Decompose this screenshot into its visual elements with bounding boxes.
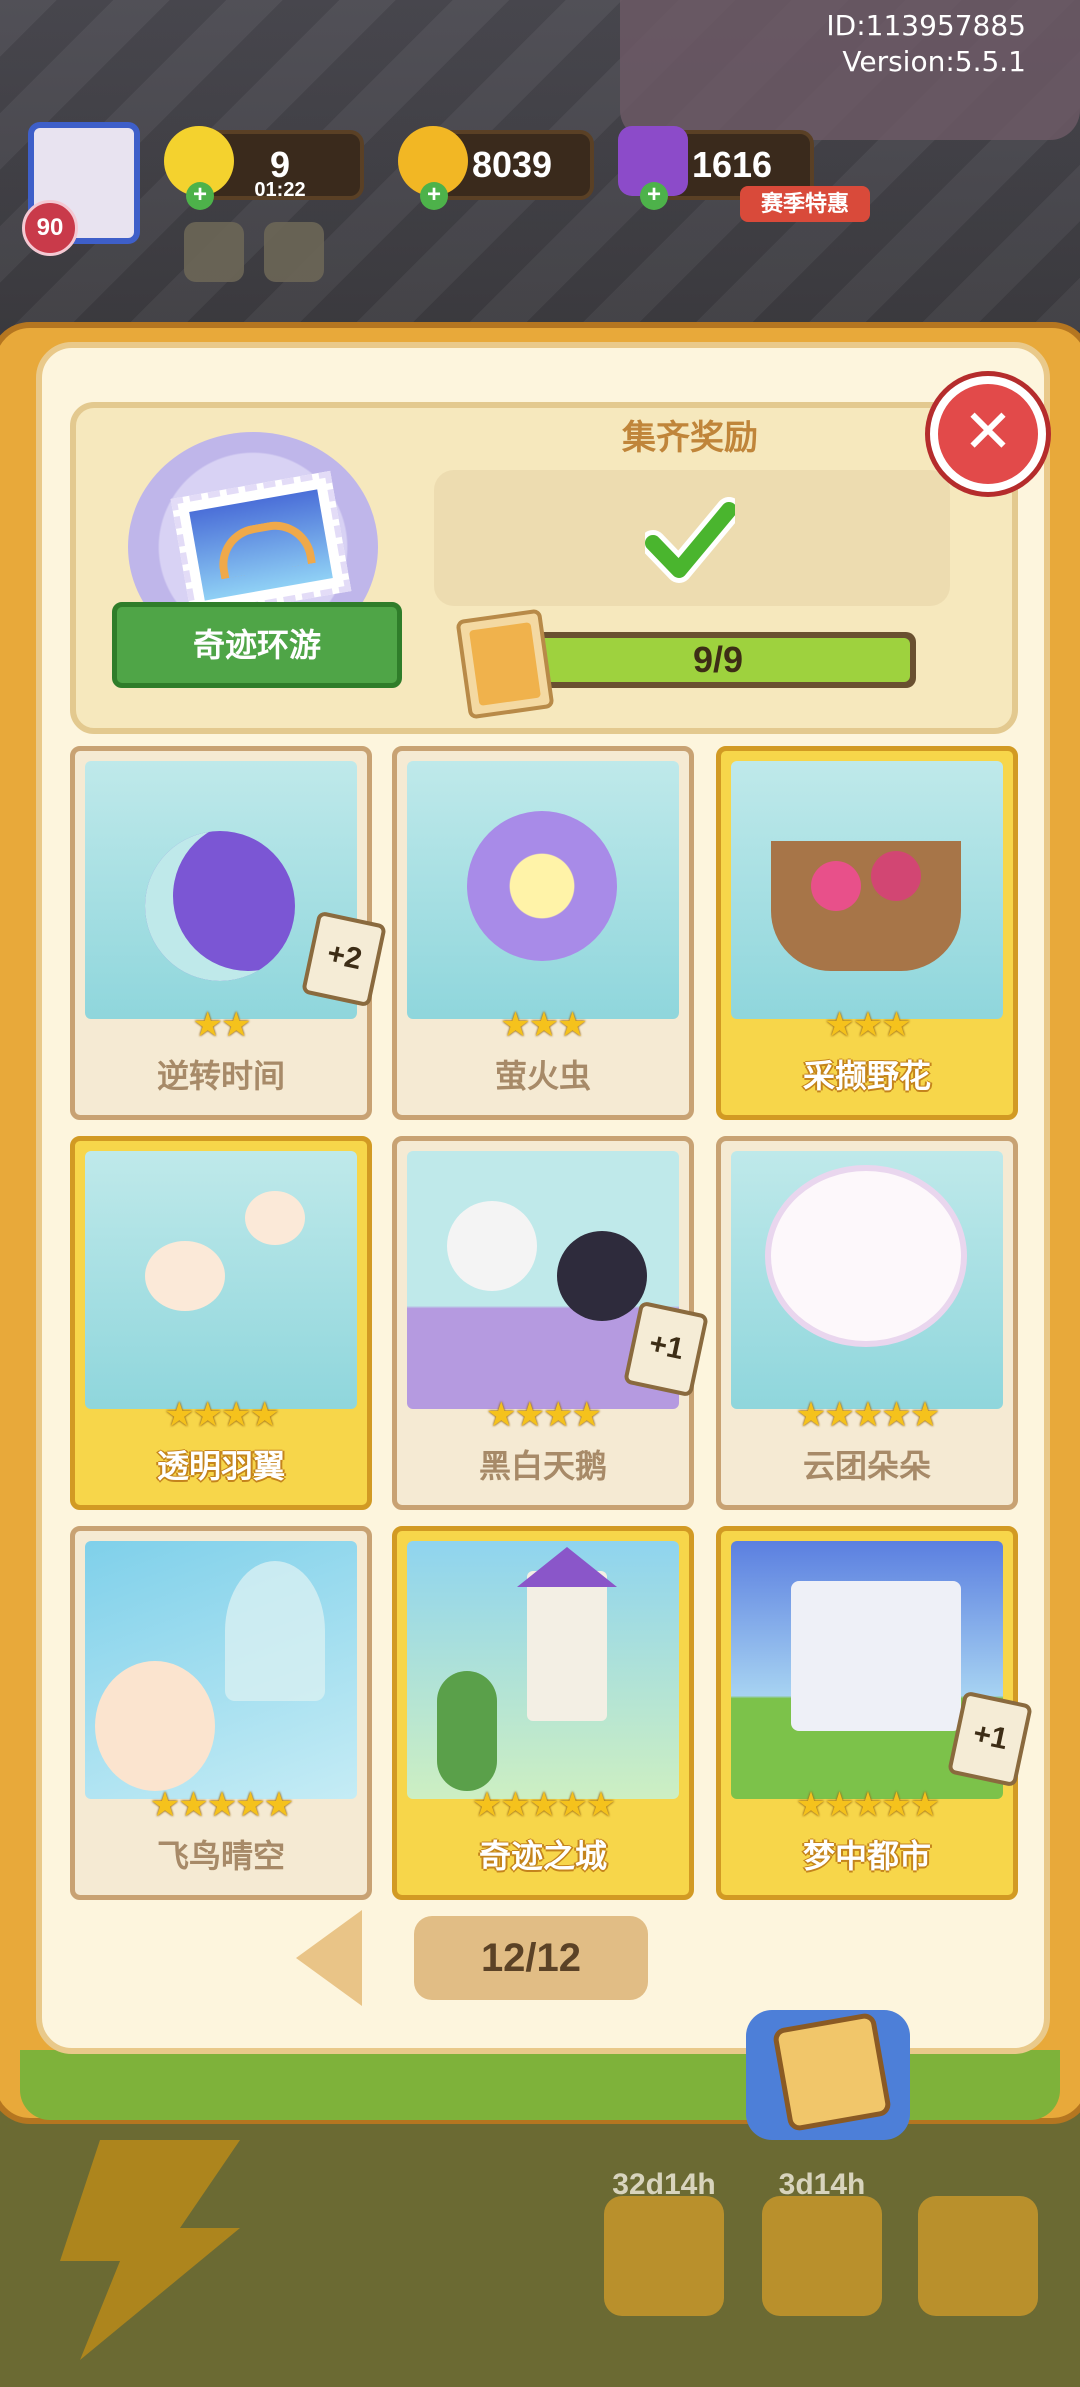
card-stars: ★★★★ <box>164 1396 280 1434</box>
gem-value: 1616 <box>691 144 773 185</box>
add-coins-icon[interactable]: + <box>420 182 448 210</box>
card-stars: ★★★★★ <box>471 1786 616 1824</box>
flower-icon <box>871 851 921 901</box>
energy-timer: 01:22 <box>254 179 306 201</box>
card-art <box>731 1151 1003 1409</box>
reward-title: 集齐奖励 <box>622 419 758 457</box>
waterfall-icon <box>225 1561 325 1701</box>
card-stars: ★★ <box>192 1006 252 1044</box>
album-button[interactable] <box>746 2010 910 2140</box>
castle-icon <box>791 1581 961 1731</box>
card-stars: ★★★★★ <box>795 1786 940 1824</box>
stamp-picture <box>170 470 352 620</box>
crescent-moon-icon <box>145 831 295 981</box>
add-gems-icon[interactable]: + <box>640 182 668 210</box>
card-name: 萤火虫 <box>494 1058 591 1094</box>
player-avatar[interactable]: 90 <box>22 122 140 256</box>
duck-icon <box>145 1241 225 1311</box>
gear-icon[interactable] <box>184 222 244 282</box>
level-badge: 90 <box>22 200 78 256</box>
energy-counter[interactable]: 9 01:22 + <box>164 126 364 210</box>
flower-icon <box>811 861 861 911</box>
id-version-info: ID:113957885 Version:5.5.1 <box>826 8 1026 80</box>
card[interactable]: ★★★★★ 梦中都市 +1 <box>716 1526 1033 1900</box>
cloud-icon <box>771 1171 961 1341</box>
coin-value: 8039 <box>471 144 553 185</box>
card[interactable]: ★★★ 采撷野花 <box>716 746 1018 1120</box>
tree-icon <box>437 1671 497 1791</box>
friends-icon[interactable] <box>918 2196 1038 2316</box>
season-sale-badge[interactable]: 赛季特惠 <box>740 186 870 222</box>
black-swan-icon <box>557 1231 647 1321</box>
card-name: 梦中都市 <box>802 1838 931 1874</box>
card-name: 采撷野花 <box>802 1058 931 1094</box>
card[interactable]: ★★★★★ 奇迹之城 <box>392 1526 694 1900</box>
duck-icon <box>95 1661 215 1791</box>
add-energy-icon[interactable]: + <box>186 182 214 210</box>
card-name: 奇迹之城 <box>478 1838 607 1874</box>
card-stars: ★★★ <box>824 1006 911 1044</box>
card-art <box>85 1541 357 1799</box>
tower-roof-icon <box>517 1547 617 1587</box>
player-id: ID:113957885 <box>826 9 1026 42</box>
card[interactable]: ★★★★ 黑白天鹅 +1 <box>392 1136 709 1510</box>
card[interactable]: ★★★★ 透明羽翼 <box>70 1136 372 1510</box>
coin-counter[interactable]: 8039 + <box>398 126 594 210</box>
card-art <box>731 761 1003 1019</box>
set-name-ribbon: 奇迹环游 <box>112 602 402 688</box>
duck-icon <box>245 1191 305 1245</box>
card-stack-icon <box>455 608 555 720</box>
white-swan-icon <box>447 1201 537 1291</box>
page-indicator: 12/12 <box>414 1916 648 2000</box>
card[interactable]: ★★★★★ 飞鸟晴空 <box>70 1526 372 1900</box>
previous-page-arrow-icon[interactable] <box>296 1910 362 2006</box>
flower-event-icon[interactable] <box>604 2196 724 2316</box>
collection-progress-bar: 9/9 <box>520 632 916 688</box>
card[interactable]: ★★★ 萤火虫 <box>392 746 694 1120</box>
flower-basket-icon <box>771 841 961 971</box>
firefly-icon <box>467 811 617 961</box>
castle-tower-icon <box>527 1571 607 1721</box>
card-name: 黑白天鹅 <box>478 1448 607 1484</box>
close-icon[interactable]: ✕ <box>930 376 1046 492</box>
card-name: 飞鸟晴空 <box>156 1838 285 1874</box>
card-art <box>85 1151 357 1409</box>
card-pack-icon[interactable] <box>762 2196 882 2316</box>
card-name: 透明羽翼 <box>156 1448 285 1484</box>
card-art <box>407 1541 679 1799</box>
version-text: Version:5.5.1 <box>842 45 1026 78</box>
card-stars: ★★★★ <box>486 1396 602 1434</box>
card-name: 云团朵朵 <box>802 1448 931 1484</box>
checkmark-icon <box>645 497 735 583</box>
card[interactable]: ★★★★★ 云团朵朵 <box>716 1136 1018 1510</box>
card-stars: ★★★★★ <box>795 1396 940 1434</box>
progress-text: 9/9 <box>692 639 744 680</box>
envelope-icon <box>771 2011 893 2133</box>
mail-icon[interactable] <box>264 222 324 282</box>
card[interactable]: ★★ 逆转时间 +2 <box>70 746 387 1120</box>
card-stars: ★★★★★ <box>149 1786 294 1824</box>
card-art <box>407 761 679 1019</box>
card-stars: ★★★ <box>500 1006 587 1044</box>
card-name: 逆转时间 <box>156 1058 285 1094</box>
